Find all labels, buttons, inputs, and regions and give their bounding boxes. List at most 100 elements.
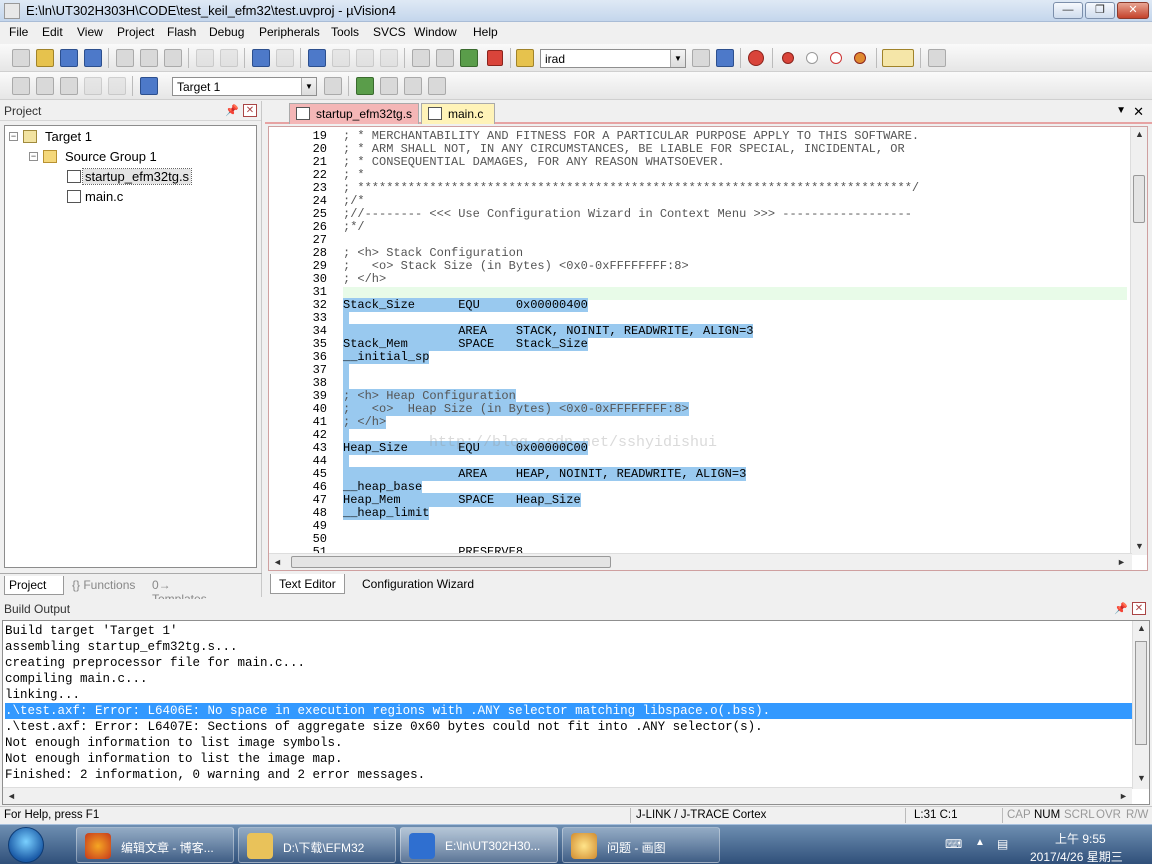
nav-back-icon[interactable] (252, 49, 270, 67)
output-vertical-scrollbar[interactable]: ▲ ▼ (1132, 621, 1149, 789)
build-output-line[interactable]: creating preprocessor file for main.c... (5, 655, 305, 671)
scroll-right-icon[interactable]: ► (1119, 791, 1128, 801)
tree-node-target[interactable]: Target 1 (45, 129, 92, 144)
paste-icon[interactable] (164, 49, 182, 67)
tab-text-editor[interactable]: Text Editor (270, 574, 345, 594)
menu-tools[interactable]: Tools (331, 25, 359, 39)
build-output-line[interactable]: .\test.axf: Error: L6407E: Sections of a… (5, 719, 763, 735)
comment-icon[interactable] (460, 49, 478, 67)
menu-debug[interactable]: Debug (209, 25, 244, 39)
close-tab-icon[interactable]: ✕ (1133, 104, 1144, 120)
pack-installer-icon[interactable] (428, 77, 446, 95)
new-file-icon[interactable] (12, 49, 30, 67)
tab-list-dropdown-icon[interactable]: ▼ (1116, 105, 1126, 116)
build-output-line[interactable]: Not enough information to list the image… (5, 751, 343, 767)
build-output-line[interactable]: assembling startup_efm32tg.s... (5, 639, 238, 655)
collapse-icon[interactable]: − (9, 132, 18, 141)
build-icon[interactable] (36, 77, 54, 95)
scroll-thumb[interactable] (291, 556, 611, 568)
scroll-down-icon[interactable]: ▼ (1135, 541, 1144, 551)
start-button[interactable] (8, 827, 44, 863)
collapse-icon[interactable]: − (29, 152, 38, 161)
tab-startup-file[interactable]: startup_efm32tg.s (289, 103, 419, 124)
window-layout-icon[interactable] (882, 49, 914, 67)
menu-view[interactable]: View (77, 25, 103, 39)
task-explorer[interactable]: D:\下载\EFM32 (238, 827, 396, 863)
menu-file[interactable]: File (9, 25, 28, 39)
manage-extensions-icon[interactable] (404, 77, 422, 95)
show-hidden-icons-icon[interactable]: ▲ (975, 837, 985, 848)
scroll-thumb[interactable] (1135, 641, 1147, 745)
editor-horizontal-scrollbar[interactable]: ◄ ► (269, 553, 1132, 570)
tab-functions[interactable]: {} Functions (68, 576, 144, 595)
download-icon[interactable] (140, 77, 158, 95)
menu-peripherals[interactable]: Peripherals (259, 25, 320, 39)
tab-templates[interactable]: 0→ Templates (148, 576, 230, 606)
start-debug-icon[interactable] (748, 50, 764, 66)
menu-edit[interactable]: Edit (42, 25, 63, 39)
find-in-files-icon[interactable] (516, 49, 534, 67)
find-combobox[interactable]: irad ▼ (540, 49, 686, 68)
scroll-down-icon[interactable]: ▼ (1137, 773, 1146, 783)
find-icon[interactable] (692, 49, 710, 67)
pin-icon[interactable]: 📌 (1114, 602, 1128, 615)
task-paint[interactable]: 问题 - 画图 (562, 827, 720, 863)
build-output-line[interactable]: Not enough information to list image sym… (5, 735, 343, 751)
scroll-thumb[interactable] (1133, 175, 1145, 223)
build-output-text[interactable]: Build target 'Target 1' assembling startu… (2, 620, 1150, 805)
insert-breakpoint-icon[interactable] (782, 52, 794, 64)
menu-project[interactable]: Project (117, 25, 154, 39)
save-all-icon[interactable] (84, 49, 102, 67)
scroll-up-icon[interactable]: ▲ (1137, 623, 1146, 633)
build-output-line[interactable]: linking... (5, 687, 80, 703)
prev-bookmark-icon[interactable] (332, 49, 350, 67)
redo-icon[interactable] (220, 49, 238, 67)
build-output-line[interactable]: Build target 'Target 1' (5, 623, 178, 639)
menu-flash[interactable]: Flash (167, 25, 196, 39)
rebuild-icon[interactable] (60, 77, 78, 95)
incremental-find-icon[interactable] (716, 49, 734, 67)
close-window-button[interactable]: ✕ (1117, 2, 1149, 19)
tab-main-c[interactable]: main.c (421, 103, 495, 124)
menu-svcs[interactable]: SVCS (373, 25, 406, 39)
chevron-down-icon[interactable]: ▼ (301, 78, 316, 95)
configure-icon[interactable] (928, 49, 946, 67)
uncomment-icon[interactable] (487, 50, 503, 66)
scroll-up-icon[interactable]: ▲ (1135, 129, 1144, 139)
restore-button[interactable]: ❐ (1085, 2, 1115, 19)
chevron-down-icon[interactable]: ▼ (670, 50, 685, 67)
copy-icon[interactable] (140, 49, 158, 67)
scroll-left-icon[interactable]: ◄ (273, 557, 282, 567)
enable-breakpoint-icon[interactable] (806, 52, 818, 64)
build-output-line-selected[interactable]: .\test.axf: Error: L6406E: No space in e… (5, 703, 1133, 719)
bookmark-icon[interactable] (308, 49, 326, 67)
stop-build-icon[interactable] (108, 77, 126, 95)
cut-icon[interactable] (116, 49, 134, 67)
keyboard-icon[interactable]: ⌨ (945, 837, 962, 851)
editor-vertical-scrollbar[interactable]: ▲ ▼ (1130, 127, 1147, 555)
undo-icon[interactable] (196, 49, 214, 67)
tab-project[interactable]: Project (4, 576, 64, 595)
tree-node-startup-file[interactable]: startup_efm32tg.s (81, 168, 193, 185)
menu-window[interactable]: Window (414, 25, 457, 39)
tab-configuration-wizard[interactable]: Configuration Wizard (354, 574, 482, 594)
tree-node-source-group[interactable]: Source Group 1 (65, 149, 157, 164)
target-select[interactable]: Target 1 ▼ (172, 77, 317, 96)
unindent-icon[interactable] (436, 49, 454, 67)
batch-build-icon[interactable] (84, 77, 102, 95)
select-packs-icon[interactable] (380, 77, 398, 95)
minimize-button[interactable]: — (1053, 2, 1083, 19)
nav-forward-icon[interactable] (276, 49, 294, 67)
clock-time[interactable]: 上午 9:55 (1055, 830, 1106, 847)
next-bookmark-icon[interactable] (356, 49, 374, 67)
network-icon[interactable]: ▤ (997, 837, 1008, 851)
output-horizontal-scrollbar[interactable]: ◄ ► (3, 787, 1132, 804)
menu-help[interactable]: Help (473, 25, 498, 39)
disable-breakpoints-icon[interactable] (830, 52, 842, 64)
clear-bookmarks-icon[interactable] (380, 49, 398, 67)
tree-node-main-c[interactable]: main.c (85, 189, 123, 204)
close-icon[interactable]: ✕ (243, 104, 257, 117)
kill-breakpoints-icon[interactable] (854, 52, 866, 64)
build-output-line[interactable]: Finished: 2 information, 0 warning and 2… (5, 767, 425, 783)
close-icon[interactable]: ✕ (1132, 602, 1146, 615)
